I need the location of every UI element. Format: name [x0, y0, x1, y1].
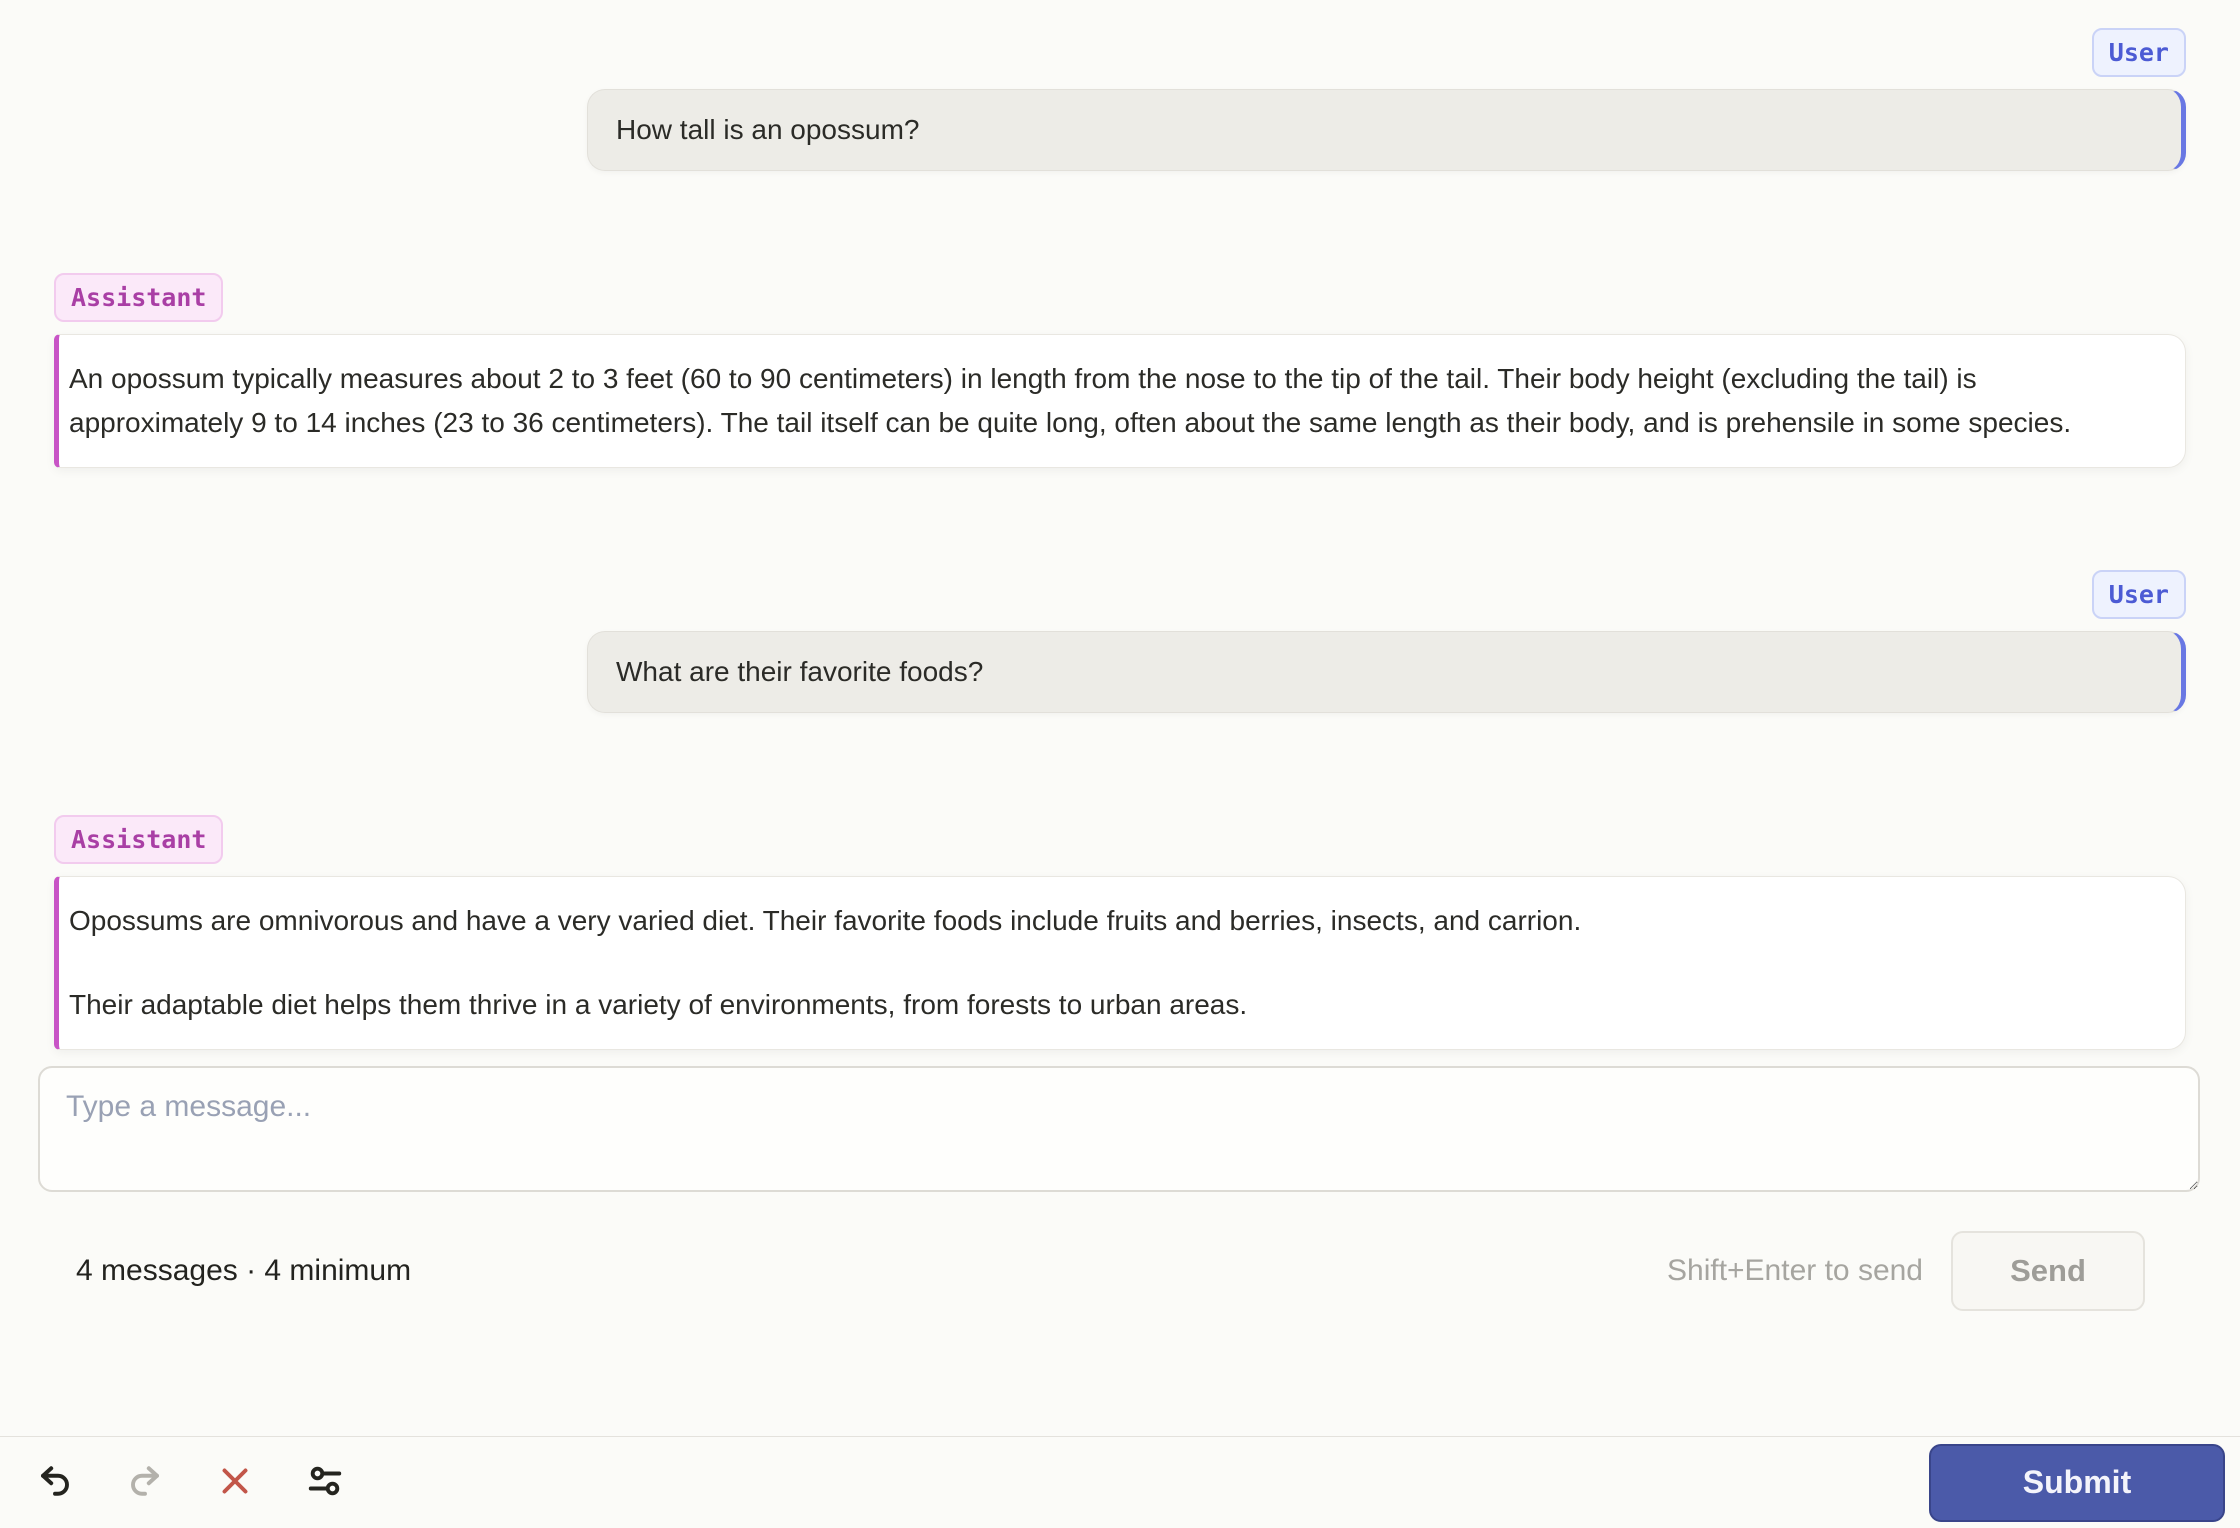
- assistant-message-text: Opossums are omnivorous and have a very …: [69, 905, 1582, 936]
- user-message-bubble: What are their favorite foods?: [587, 631, 2186, 713]
- composer: 4 messages · 4 minimum Shift+Enter to se…: [0, 1050, 2240, 1311]
- message-group-assistant: Assistant Opossums are omnivorous and ha…: [54, 815, 2186, 1050]
- bottom-toolbar: Submit: [0, 1436, 2240, 1528]
- send-shortcut-hint: Shift+Enter to send: [1667, 1254, 1923, 1287]
- assistant-role-badge: Assistant: [54, 273, 224, 322]
- assistant-message-card: Opossums are omnivorous and have a very …: [54, 876, 2186, 1050]
- message-count-status: 4 messages · 4 minimum: [76, 1254, 412, 1287]
- message-input[interactable]: [38, 1066, 2200, 1192]
- chat-area: User How tall is an opossum? Assistant A…: [0, 0, 2240, 1050]
- user-role-badge: User: [2091, 570, 2186, 619]
- undo-icon: [37, 1463, 73, 1502]
- undo-button[interactable]: [32, 1460, 78, 1506]
- redo-button[interactable]: [122, 1460, 168, 1506]
- assistant-message-text: Their adaptable diet helps them thrive i…: [69, 989, 1248, 1020]
- user-role-badge: User: [2091, 28, 2186, 77]
- sliders-icon: [307, 1463, 343, 1502]
- assistant-message-text: An opossum typically measures about 2 to…: [69, 363, 2072, 438]
- user-message-bubble: How tall is an opossum?: [587, 89, 2186, 171]
- send-button[interactable]: Send: [1951, 1231, 2145, 1311]
- assistant-message-card: An opossum typically measures about 2 to…: [54, 334, 2186, 468]
- settings-button[interactable]: [302, 1460, 348, 1506]
- message-group-user: User How tall is an opossum?: [54, 28, 2186, 171]
- redo-icon: [127, 1463, 163, 1502]
- message-group-assistant: Assistant An opossum typically measures …: [54, 273, 2186, 468]
- submit-button[interactable]: Submit: [1929, 1443, 2225, 1522]
- user-message-text: What are their favorite foods?: [616, 656, 984, 687]
- composer-status-row: 4 messages · 4 minimum Shift+Enter to se…: [38, 1231, 2200, 1311]
- user-message-text: How tall is an opossum?: [616, 114, 920, 145]
- assistant-role-badge: Assistant: [54, 815, 224, 864]
- message-group-user: User What are their favorite foods?: [54, 570, 2186, 713]
- discard-button[interactable]: [212, 1460, 258, 1506]
- close-icon: [217, 1463, 253, 1502]
